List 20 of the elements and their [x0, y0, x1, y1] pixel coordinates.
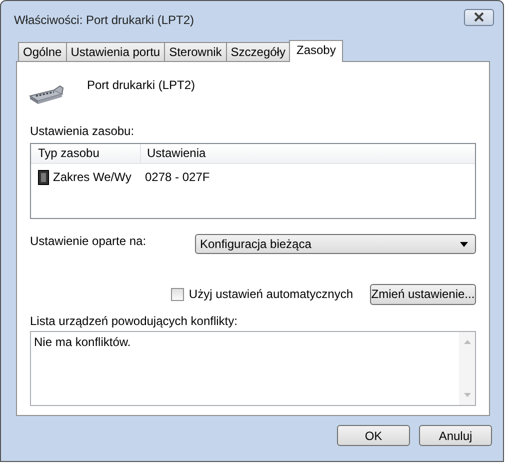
- tab[interactable]: Szczegóły: [226, 42, 290, 61]
- field-label: Ustawienie oparte na:: [30, 234, 146, 248]
- dialog-button[interactable]: OK: [337, 425, 410, 446]
- section-label: Ustawienia zasobu:: [30, 124, 134, 138]
- window-title: Właściwości: Port drukarki (LPT2): [14, 13, 194, 27]
- conflicts-text: Nie ma konfliktów.: [33, 334, 131, 349]
- device-name: Port drukarki (LPT2): [87, 78, 196, 92]
- column-header[interactable]: Ustawienia: [141, 144, 475, 163]
- tab[interactable]: Ogólne: [18, 42, 67, 61]
- dialog-button[interactable]: Anuluj: [419, 425, 492, 446]
- section-label: Lista urządzeń powodujących konflikty:: [30, 314, 238, 328]
- change-setting-button[interactable]: Zmień ustawienie...: [370, 284, 476, 304]
- tab[interactable]: Ustawienia portu: [66, 42, 166, 61]
- tab[interactable]: Zasoby: [289, 40, 343, 62]
- table-cell: Zakres We/Wy: [31, 170, 141, 184]
- auto-settings-checkbox[interactable]: Użyj ustawień automatycznych: [170, 287, 353, 301]
- column-header[interactable]: Typ zasobu: [31, 144, 141, 163]
- config-dropdown[interactable]: Konfiguracja bieżąca: [195, 234, 476, 254]
- tab[interactable]: Sterownik: [164, 42, 227, 61]
- table-cell-text: 0278 - 027F: [144, 170, 210, 184]
